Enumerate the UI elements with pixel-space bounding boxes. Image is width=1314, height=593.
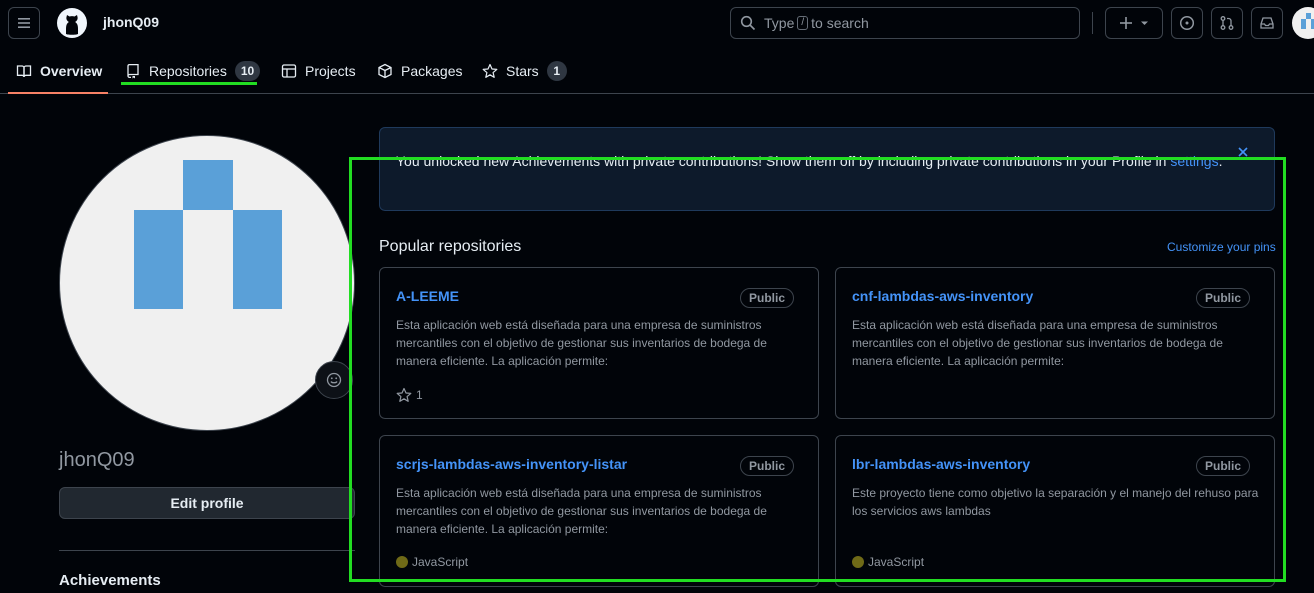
repo-language: JavaScript [852,555,924,569]
tab-repositories-label: Repositories [149,63,227,79]
star-icon [482,63,498,78]
identicon-image [134,160,282,309]
repo-description: Esta aplicación web está diseñada para u… [396,318,767,368]
active-tab-indicator [8,92,108,94]
profile-username: jhonQ09 [59,449,135,471]
tab-stars[interactable]: Stars 1 [482,56,567,86]
repo-card: cnf-lambdas-aws-inventory Public Esta ap… [835,267,1275,419]
user-avatar[interactable] [1292,7,1314,39]
search-shortcut-key: / [797,16,809,30]
popular-repositories-title: Popular repositories [379,238,522,255]
repo-card: lbr-lambdas-aws-inventory Public Este pr… [835,435,1275,587]
tab-stars-label: Stars [506,63,539,79]
close-icon[interactable] [1237,145,1249,161]
repo-description: Esta aplicación web está diseñada para u… [396,486,767,536]
tab-overview[interactable]: Overview [16,56,102,86]
flash-period: . [1218,153,1223,169]
achievements-flash-banner: You unlocked new Achievements with priva… [379,127,1275,211]
search-suffix: to search [811,15,869,31]
star-icon [396,387,412,402]
hamburger-icon [18,18,30,28]
repo-link[interactable]: A-LEEME [396,288,459,304]
search-icon [740,15,756,31]
customize-pins-link[interactable]: Customize your pins [1167,240,1276,254]
visibility-badge: Public [739,456,794,476]
visibility-badge: Public [739,288,794,308]
repo-card: scrjs-lambdas-aws-inventory-listar Publi… [379,435,819,587]
repo-link[interactable]: cnf-lambdas-aws-inventory [852,288,1033,304]
github-logo-icon[interactable] [56,7,88,39]
header-separator [1092,12,1093,34]
issues-button[interactable] [1171,7,1203,39]
tab-projects[interactable]: Projects [281,56,356,86]
language-label: JavaScript [412,555,469,569]
inbox-icon [1260,17,1274,29]
tab-packages[interactable]: Packages [377,56,462,86]
set-status-button[interactable] [315,361,353,399]
tab-projects-label: Projects [305,63,356,79]
sidebar-divider [59,550,355,551]
repo-description: Este proyecto tiene como objetivo la sep… [852,486,1259,518]
visibility-badge: Public [1195,288,1250,308]
stars-counter: 1 [546,61,567,81]
package-icon [378,63,392,79]
inbox-button[interactable] [1251,7,1283,39]
pull-requests-button[interactable] [1211,7,1243,39]
create-new-button[interactable] [1105,7,1163,39]
repositories-counter: 10 [234,61,261,81]
header-username[interactable]: jhonQ09 [103,14,159,30]
top-header: jhonQ09 Type / to search [0,0,1314,48]
menu-button[interactable] [8,7,40,39]
achievements-heading[interactable]: Achievements [59,572,161,589]
repo-description: Esta aplicación web está diseñada para u… [852,318,1223,368]
repo-card: A-LEEME Public Esta aplicación web está … [379,267,819,419]
pull-request-icon [1220,16,1234,30]
repo-stars[interactable]: 1 [396,387,423,403]
profile-tabs: Overview Repositories 10 Projects Packag… [0,48,1314,94]
repo-icon [127,63,139,79]
repo-link[interactable]: lbr-lambdas-aws-inventory [852,456,1030,472]
stars-count: 1 [416,388,423,402]
repo-link[interactable]: scrjs-lambdas-aws-inventory-listar [396,456,627,472]
settings-link[interactable]: settings [1170,153,1218,169]
profile-avatar[interactable] [59,135,355,431]
table-icon [281,64,297,78]
language-color-dot [396,556,408,568]
repositories-highlight-underline [121,82,257,85]
smiley-icon [326,372,342,388]
visibility-badge: Public [1195,456,1250,476]
search-prefix: Type [764,15,795,31]
tab-packages-label: Packages [401,63,463,79]
language-color-dot [852,556,864,568]
flash-message: You unlocked new Achievements with priva… [396,153,1167,169]
edit-profile-button[interactable]: Edit profile [59,487,355,519]
plus-icon [1120,17,1148,29]
issue-icon [1179,15,1195,31]
book-icon [16,65,32,78]
language-label: JavaScript [868,555,925,569]
tab-overview-label: Overview [40,63,103,79]
search-input[interactable]: Type / to search [730,7,1080,39]
repo-language: JavaScript [396,555,468,569]
